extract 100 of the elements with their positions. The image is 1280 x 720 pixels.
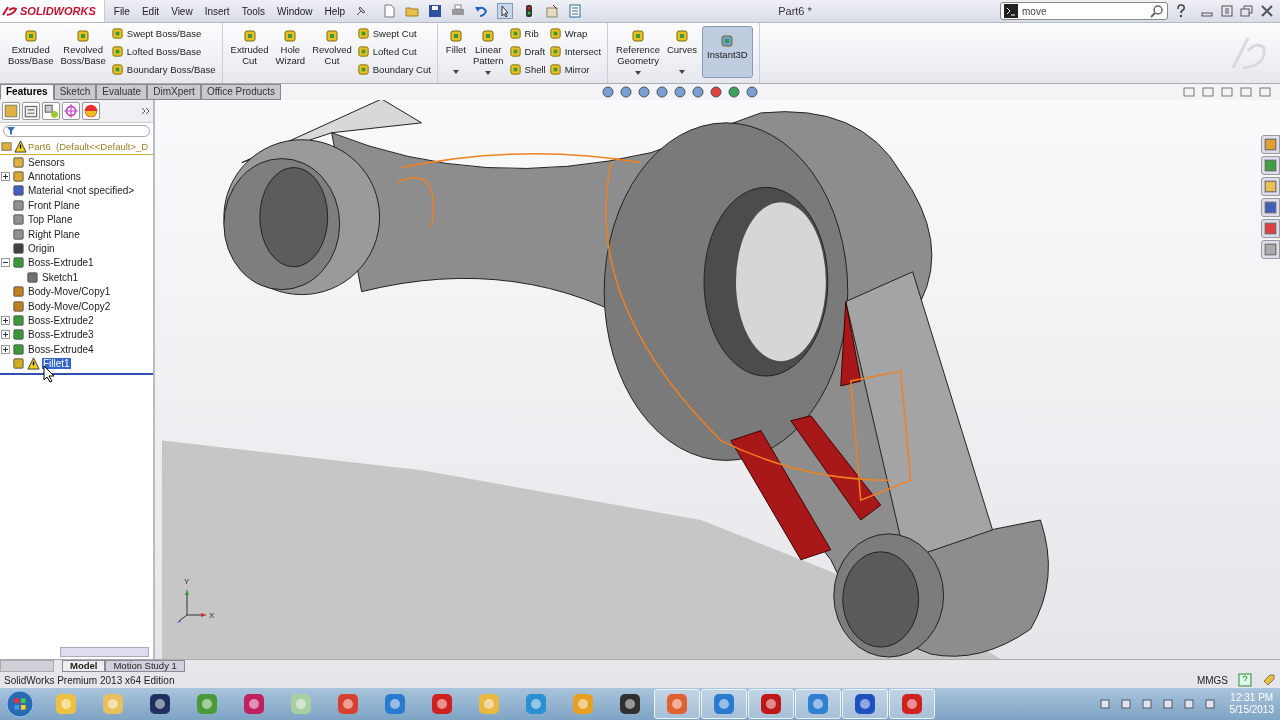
- ribbon-command-button[interactable]: Fillet: [443, 26, 468, 78]
- menu-item[interactable]: Edit: [138, 5, 163, 17]
- ribbon-command-button[interactable]: Boundary Cut: [356, 62, 431, 77]
- tree-item[interactable]: Body-Move/Copy1: [27, 286, 112, 298]
- options-icon[interactable]: [568, 4, 583, 18]
- chevron-icon[interactable]: [141, 106, 151, 116]
- view-tool-icon[interactable]: [745, 85, 760, 99]
- ribbon-command-button[interactable]: Swept Boss/Base: [110, 26, 216, 41]
- task-pane-tab-icon[interactable]: [1261, 177, 1280, 196]
- tree-item[interactable]: Body-Move/Copy2: [27, 300, 112, 312]
- expand-toggle-icon[interactable]: [0, 316, 10, 325]
- expand-toggle-icon[interactable]: [0, 172, 10, 182]
- tree-item[interactable]: Boss-Extrude4: [27, 343, 95, 355]
- tree-item[interactable]: Origin: [27, 243, 56, 255]
- menu-item[interactable]: File: [110, 5, 133, 17]
- start-button[interactable]: [6, 690, 34, 718]
- appearance-tab-icon[interactable]: [82, 102, 100, 120]
- help-icon[interactable]: [1174, 4, 1188, 18]
- menu-item[interactable]: View: [168, 5, 196, 17]
- ribbon-command-button[interactable]: Boundary Boss/Base: [110, 62, 216, 77]
- viewport-control-icon[interactable]: [1182, 85, 1196, 99]
- ribbon-command-button[interactable]: Wrap: [548, 26, 602, 41]
- tray-icon[interactable]: [1181, 697, 1196, 711]
- tray-icon[interactable]: [1139, 697, 1154, 711]
- expand-toggle-icon[interactable]: [0, 258, 10, 268]
- expand-toggle-icon[interactable]: [0, 344, 10, 354]
- task-pane-tab-icon[interactable]: [1261, 240, 1280, 259]
- model-tab[interactable]: Motion Study 1: [105, 660, 185, 672]
- ribbon-command-button[interactable]: Hole Wizard: [273, 26, 308, 78]
- tree-item[interactable]: Right Plane: [27, 228, 81, 240]
- tray-icon[interactable]: [1097, 697, 1112, 711]
- view-tool-icon[interactable]: [673, 85, 688, 99]
- menu-item[interactable]: Help: [321, 5, 349, 17]
- task-pane-tab-icon[interactable]: [1261, 219, 1280, 238]
- taskbar-button[interactable]: [701, 689, 747, 719]
- ribbon-command-button[interactable]: Linear Pattern: [470, 26, 506, 78]
- ribbon-command-button[interactable]: Swept Cut: [356, 26, 431, 41]
- tree-item[interactable]: Sketch1: [41, 271, 80, 283]
- ribbon-command-button[interactable]: Mirror: [548, 62, 602, 77]
- ribbon-command-button[interactable]: Lofted Cut: [356, 44, 431, 59]
- ribbon-command-button[interactable]: Extruded Boss/Base: [6, 26, 56, 78]
- tray-icon[interactable]: [1118, 697, 1133, 711]
- view-tool-icon[interactable]: [655, 85, 670, 99]
- ribbon-command-button[interactable]: Instant3D: [702, 26, 753, 78]
- view-tool-icon[interactable]: [601, 85, 616, 99]
- tree-item[interactable]: Top Plane: [27, 214, 74, 226]
- menu-item[interactable]: Tools: [238, 5, 268, 17]
- view-tool-icon[interactable]: [637, 85, 652, 99]
- save-icon[interactable]: [428, 4, 443, 18]
- file-properties-icon[interactable]: [545, 4, 560, 18]
- property-manager-tab-icon[interactable]: [22, 102, 40, 120]
- feature-manager-tab-icon[interactable]: [2, 102, 20, 120]
- tray-icon[interactable]: [1202, 697, 1217, 711]
- undo-icon[interactable]: [474, 4, 489, 18]
- task-pane-tab-icon[interactable]: [1261, 156, 1280, 175]
- horizontal-scrollbar[interactable]: [60, 647, 149, 657]
- viewport-control-icon[interactable]: [1220, 85, 1234, 99]
- model-tab[interactable]: Model: [62, 660, 106, 672]
- tree-item[interactable]: Annotations: [27, 171, 82, 183]
- command-tab[interactable]: DimXpert: [147, 84, 201, 100]
- open-folder-icon[interactable]: [405, 4, 420, 18]
- units-selector[interactable]: MMGS: [1196, 674, 1228, 686]
- ribbon-command-button[interactable]: Curves: [664, 26, 700, 78]
- view-tool-icon[interactable]: [727, 85, 742, 99]
- viewport-control-icon[interactable]: [1258, 85, 1272, 99]
- close-icon[interactable]: [1260, 4, 1274, 18]
- restore-icon[interactable]: [1240, 4, 1254, 18]
- taskbar-button[interactable]: [748, 689, 794, 719]
- print-icon[interactable]: [451, 4, 466, 18]
- ribbon-command-button[interactable]: Shell: [508, 62, 546, 77]
- configuration-tab-icon[interactable]: [42, 102, 60, 120]
- taskbar-button[interactable]: [889, 689, 935, 719]
- view-tool-icon[interactable]: [709, 85, 724, 99]
- command-tab[interactable]: Features: [0, 84, 54, 100]
- task-pane-tab-icon[interactable]: [1261, 135, 1280, 154]
- new-document-icon[interactable]: [382, 4, 397, 18]
- command-tab[interactable]: Evaluate: [96, 84, 148, 100]
- ribbon-command-button[interactable]: Revolved Boss/Base: [58, 26, 108, 78]
- crosshair-icon[interactable]: [62, 102, 80, 120]
- task-pane-tab-icon[interactable]: [1261, 198, 1280, 217]
- menu-item[interactable]: Window: [274, 5, 316, 17]
- tree-item[interactable]: Boss-Extrude3: [27, 329, 95, 341]
- taskbar-button[interactable]: [654, 689, 700, 719]
- viewport-control-icon[interactable]: [1201, 85, 1215, 99]
- ribbon-command-button[interactable]: Rib: [508, 26, 546, 41]
- view-tool-icon[interactable]: [619, 85, 634, 99]
- tree-item[interactable]: Boss-Extrude1: [27, 257, 95, 269]
- command-tab[interactable]: Sketch: [53, 84, 97, 100]
- expand-toggle-icon[interactable]: [0, 330, 10, 340]
- ribbon-command-button[interactable]: Draft: [508, 44, 546, 59]
- taskbar-button[interactable]: [842, 689, 888, 719]
- tree-item[interactable]: Boss-Extrude2: [27, 315, 95, 326]
- search-field[interactable]: move: [1000, 2, 1168, 20]
- tree-item[interactable]: Front Plane: [27, 199, 81, 211]
- menu-item[interactable]: Insert: [201, 5, 233, 17]
- ribbon-command-button[interactable]: Reference Geometry: [614, 26, 662, 78]
- ribbon-command-button[interactable]: Extruded Cut: [228, 26, 271, 78]
- tree-item[interactable]: Material <not specified>: [27, 185, 136, 197]
- view-tool-icon[interactable]: [691, 85, 706, 99]
- viewport-control-icon[interactable]: [1239, 85, 1253, 99]
